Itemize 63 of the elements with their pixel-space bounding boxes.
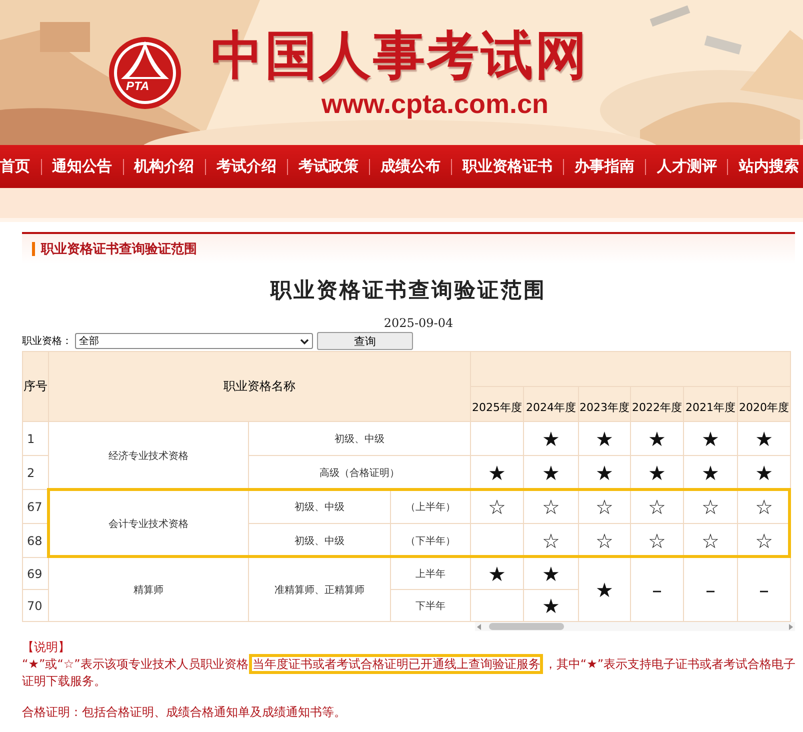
column-header: 序号 [22,352,48,422]
session-cell: 下半年 [390,590,471,622]
column-header: 2025年度 [470,386,524,422]
level-cell: 初级、中级 [248,490,390,524]
notes-title: 【说明】 [22,639,71,656]
row-number: 69 [22,558,48,590]
qualification-dropdown[interactable]: 全部 [75,333,313,349]
nav-link[interactable]: 通知公告 [52,157,112,176]
column-header: 2022年度 [630,386,684,422]
row-number: 68 [22,524,48,558]
filter-label: 职业资格： [22,334,73,348]
nav-link[interactable]: 办事指南 [574,157,635,176]
nav-link[interactable]: 机构介绍 [134,157,194,176]
status-cell: ☆ [578,490,631,524]
column-header: 2021年度 [684,386,738,422]
session-cell: 上半年 [390,558,471,590]
nav-link[interactable]: 考试政策 [298,157,358,176]
nav-link[interactable]: 首页 [0,157,30,176]
page-heading: 职业资格证书查询验证范围 [269,276,548,304]
row-number: 2 [22,456,48,490]
status-cell: ★ [524,558,579,590]
nav-link[interactable]: 考试介绍 [216,157,276,176]
status-cell: ★ [470,558,524,590]
emblem-icon [107,34,183,110]
header-marker [32,242,35,256]
definition-text: 合格证明：包括合格证明、成绩合格通知单及成绩通知书等。 [22,704,347,721]
logo-text: PTA [126,78,150,92]
status-cell: ☆ [630,490,684,524]
qualification-name: 精算师 [48,558,248,622]
column-header: 2020年度 [738,386,791,422]
site-url: www.cpta.com.cn [321,88,549,120]
query-button[interactable]: 查询 [317,332,413,350]
nav-link[interactable]: 站内搜索 [738,157,799,176]
status-cell: ★ [684,422,738,456]
level-cell: 准精算师、正精算师 [248,558,390,622]
status-cell: ★ [738,422,791,456]
status-cell: ☆ [524,490,579,524]
session-cell: （上半年） [390,490,471,524]
status-cell: ★ [524,422,579,456]
row-number: 70 [22,590,48,622]
scroll-left-icon [475,622,483,630]
row-number: 67 [22,490,48,524]
status-cell: ★ [578,422,631,456]
status-cell: ☆ [470,490,524,524]
status-cell: ☆ [684,490,738,524]
qualification-name: 经济专业技术资格 [48,422,248,490]
site-title: 中国人事考试网 [211,24,589,86]
horizontal-scrollbar[interactable] [475,622,795,631]
nav-link[interactable]: 职业资格证书 [462,157,553,176]
column-header: 职业资格名称 [48,352,471,422]
status-cell: ★ [630,422,684,456]
scroll-thumb[interactable] [489,623,564,630]
date-text: 2025-09-04 [382,316,454,331]
level-cell: 初级、中级 [248,422,471,456]
row-number: 1 [22,422,48,456]
section-title: 职业资格证书查询验证范围 [41,241,197,258]
chevron-down-icon [300,338,309,344]
scroll-right-icon [787,622,795,630]
nav-link[interactable]: 人才测评 [656,157,717,176]
column-header: 2024年度 [524,386,579,422]
nav-link[interactable]: 成绩公布 [380,157,440,176]
notes-paragraph: “★”或“☆”表示该项专业技术人员职业资格 当年度证书或者考试合格证明已开通线上查询验证服务 ，其中“★”表示支持电子证书或者考试合格电子证明下载服务。 [22,656,803,690]
column-header: 2023年度 [578,386,631,422]
